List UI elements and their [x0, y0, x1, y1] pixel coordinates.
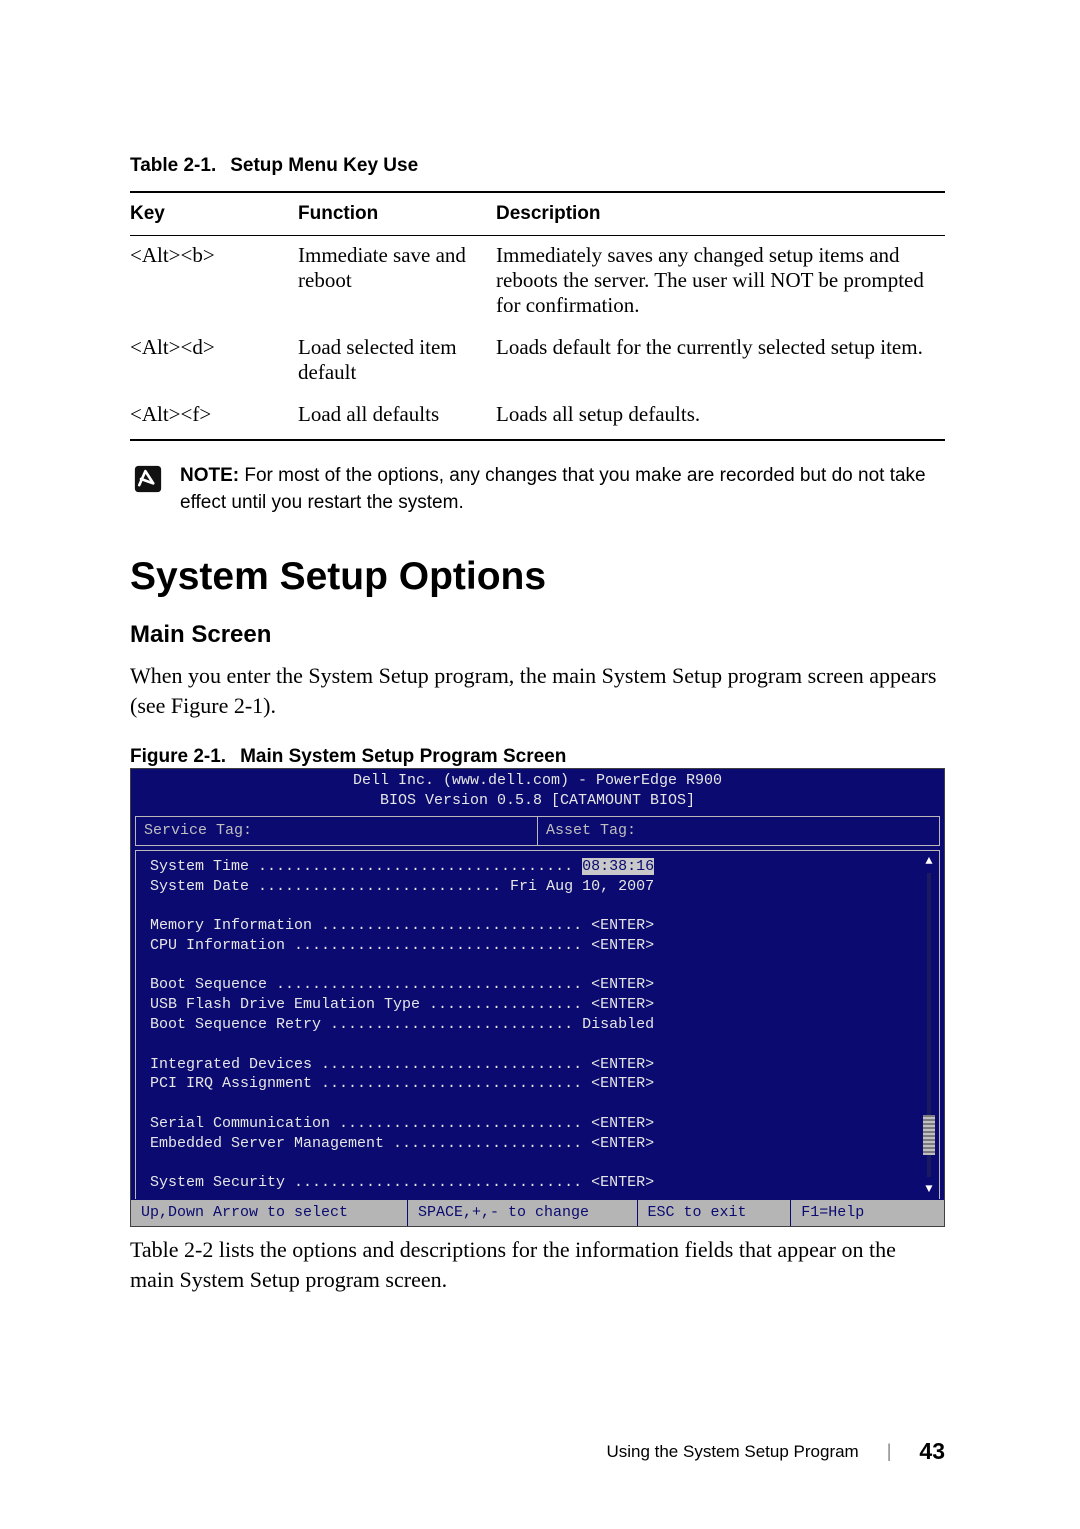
bios-help-exit: ESC to exit	[638, 1199, 792, 1226]
bios-help-nav: Up,Down Arrow to select	[131, 1199, 408, 1226]
scroll-down-icon[interactable]: ▼	[925, 1183, 932, 1195]
figure-caption-title: Main System Setup Program Screen	[240, 746, 566, 767]
bios-tags-row: Service Tag: Asset Tag:	[135, 816, 940, 846]
bios-listing: System Time ............................…	[136, 851, 919, 1200]
cell-func: Immediate save and reboot	[298, 236, 496, 329]
cell-desc: Immediately saves any changed setup item…	[496, 236, 945, 329]
cell-key: <Alt><f>	[130, 395, 298, 440]
cell-desc: Loads default for the currently selected…	[496, 328, 945, 395]
scroll-thumb[interactable]	[923, 1115, 935, 1155]
bios-header-line2: BIOS Version 0.5.8 [CATAMOUNT BIOS]	[380, 792, 695, 809]
subsection-heading: Main Screen	[130, 621, 945, 649]
bios-help-change: SPACE,+,- to change	[408, 1199, 638, 1226]
table-row: <Alt><f> Load all defaults Loads all set…	[130, 395, 945, 440]
bios-screenshot: Dell Inc. (www.dell.com) - PowerEdge R90…	[130, 768, 945, 1227]
setup-key-table: Key Function Description <Alt><b> Immedi…	[130, 191, 945, 441]
bios-service-tag: Service Tag:	[136, 817, 538, 845]
note-text: NOTE: For most of the options, any chang…	[180, 463, 945, 517]
table-row: <Alt><b> Immediate save and reboot Immed…	[130, 236, 945, 329]
cell-key: <Alt><b>	[130, 236, 298, 329]
intro-paragraph: When you enter the System Setup program,…	[130, 661, 945, 720]
note-icon	[134, 465, 162, 493]
cell-func: Load all defaults	[298, 395, 496, 440]
note-body: For most of the options, any changes tha…	[180, 465, 926, 513]
footer-page-number: 43	[919, 1438, 945, 1465]
figure-caption-label: Figure 2-1.	[130, 746, 226, 767]
bios-help-bar: Up,Down Arrow to select SPACE,+,- to cha…	[131, 1199, 944, 1226]
footer-divider: |	[887, 1441, 892, 1462]
cell-key: <Alt><d>	[130, 328, 298, 395]
bios-header-line1: Dell Inc. (www.dell.com) - PowerEdge R90…	[353, 772, 722, 789]
bios-scrollbar[interactable]: ▲ ▼	[919, 851, 939, 1200]
bios-help-f1: F1=Help	[791, 1199, 944, 1226]
table-caption: Table 2-1. Setup Menu Key Use	[130, 155, 945, 177]
scroll-up-icon[interactable]: ▲	[925, 855, 932, 867]
after-figure-paragraph: Table 2-2 lists the options and descript…	[130, 1235, 945, 1294]
section-heading: System Setup Options	[130, 555, 945, 599]
cell-func: Load selected item default	[298, 328, 496, 395]
th-function: Function	[298, 192, 496, 236]
bios-asset-tag: Asset Tag:	[538, 817, 939, 845]
table-caption-label: Table 2-1.	[130, 155, 216, 176]
th-key: Key	[130, 192, 298, 236]
scroll-track[interactable]	[927, 873, 931, 1178]
page-footer: Using the System Setup Program | 43	[606, 1438, 945, 1465]
table-caption-title: Setup Menu Key Use	[230, 155, 418, 176]
bios-header: Dell Inc. (www.dell.com) - PowerEdge R90…	[131, 771, 944, 813]
figure-caption: Figure 2-1. Main System Setup Program Scr…	[130, 746, 945, 768]
note-block: NOTE: For most of the options, any chang…	[130, 463, 945, 517]
cell-desc: Loads all setup defaults.	[496, 395, 945, 440]
note-label: NOTE:	[180, 465, 239, 486]
th-description: Description	[496, 192, 945, 236]
table-row: <Alt><d> Load selected item default Load…	[130, 328, 945, 395]
footer-section-name: Using the System Setup Program	[606, 1442, 858, 1462]
bios-main: System Time ............................…	[135, 850, 940, 1200]
